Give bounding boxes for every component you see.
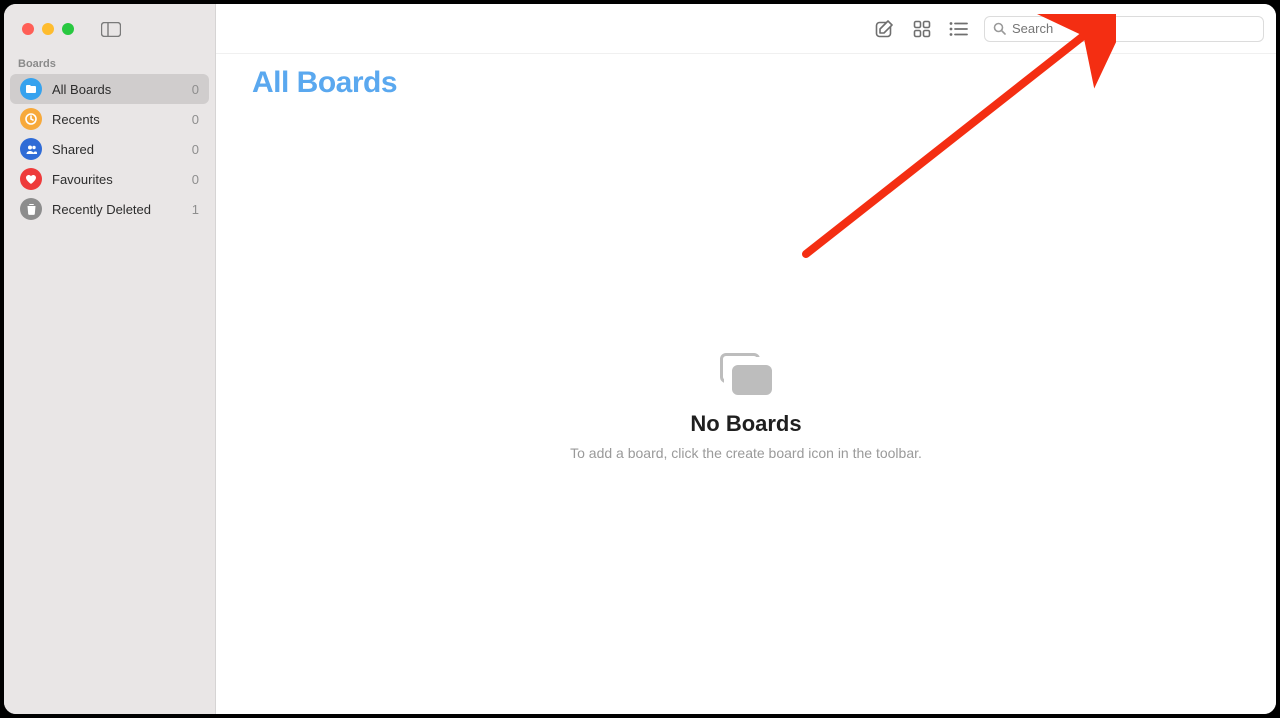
sidebar: Boards All Boards 0 Recents 0 [4,4,216,714]
list-view-button[interactable] [946,17,970,41]
empty-state-title: No Boards [690,411,801,437]
compose-icon [874,19,894,39]
sidebar-item-label: Recents [52,112,192,127]
heart-icon [20,168,42,190]
sidebar-item-all-boards[interactable]: All Boards 0 [10,74,209,104]
window-close-button[interactable] [22,23,34,35]
main-content: All Boards No Boards To add a board, cli… [216,4,1276,714]
create-board-button[interactable] [872,17,896,41]
sidebar-item-recently-deleted[interactable]: Recently Deleted 1 [10,194,209,224]
app-window: Boards All Boards 0 Recents 0 [4,4,1276,714]
sidebar-item-count: 0 [192,82,199,97]
sidebar-icon [101,22,121,37]
sidebar-item-recents[interactable]: Recents 0 [10,104,209,134]
page-title: All Boards [216,54,1276,100]
sidebar-item-label: Recently Deleted [52,202,192,217]
sidebar-item-label: Shared [52,142,192,157]
sidebar-item-label: All Boards [52,82,192,97]
sidebar-item-count: 0 [192,142,199,157]
trash-icon [20,198,42,220]
search-field[interactable] [984,16,1264,42]
empty-state-subtitle: To add a board, click the create board i… [570,445,922,461]
boards-stack-icon [720,353,772,395]
empty-state: No Boards To add a board, click the crea… [216,100,1276,714]
sidebar-toggle-button[interactable] [100,21,122,37]
window-minimize-button[interactable] [42,23,54,35]
people-icon [20,138,42,160]
sidebar-item-favourites[interactable]: Favourites 0 [10,164,209,194]
clock-icon [20,108,42,130]
list-icon [949,21,968,37]
window-maximize-button[interactable] [62,23,74,35]
sidebar-item-label: Favourites [52,172,192,187]
toolbar [216,4,1276,54]
search-input[interactable] [1012,21,1255,36]
grid-view-button[interactable] [910,17,934,41]
window-controls [4,14,215,44]
search-icon [993,22,1006,35]
sidebar-item-count: 1 [192,202,199,217]
sidebar-item-shared[interactable]: Shared 0 [10,134,209,164]
view-mode-toggle [910,17,970,41]
sidebar-list: All Boards 0 Recents 0 Shared 0 [4,74,215,224]
folder-icon [20,78,42,100]
grid-icon [913,20,931,38]
sidebar-section-header: Boards [4,44,215,74]
sidebar-item-count: 0 [192,172,199,187]
sidebar-item-count: 0 [192,112,199,127]
